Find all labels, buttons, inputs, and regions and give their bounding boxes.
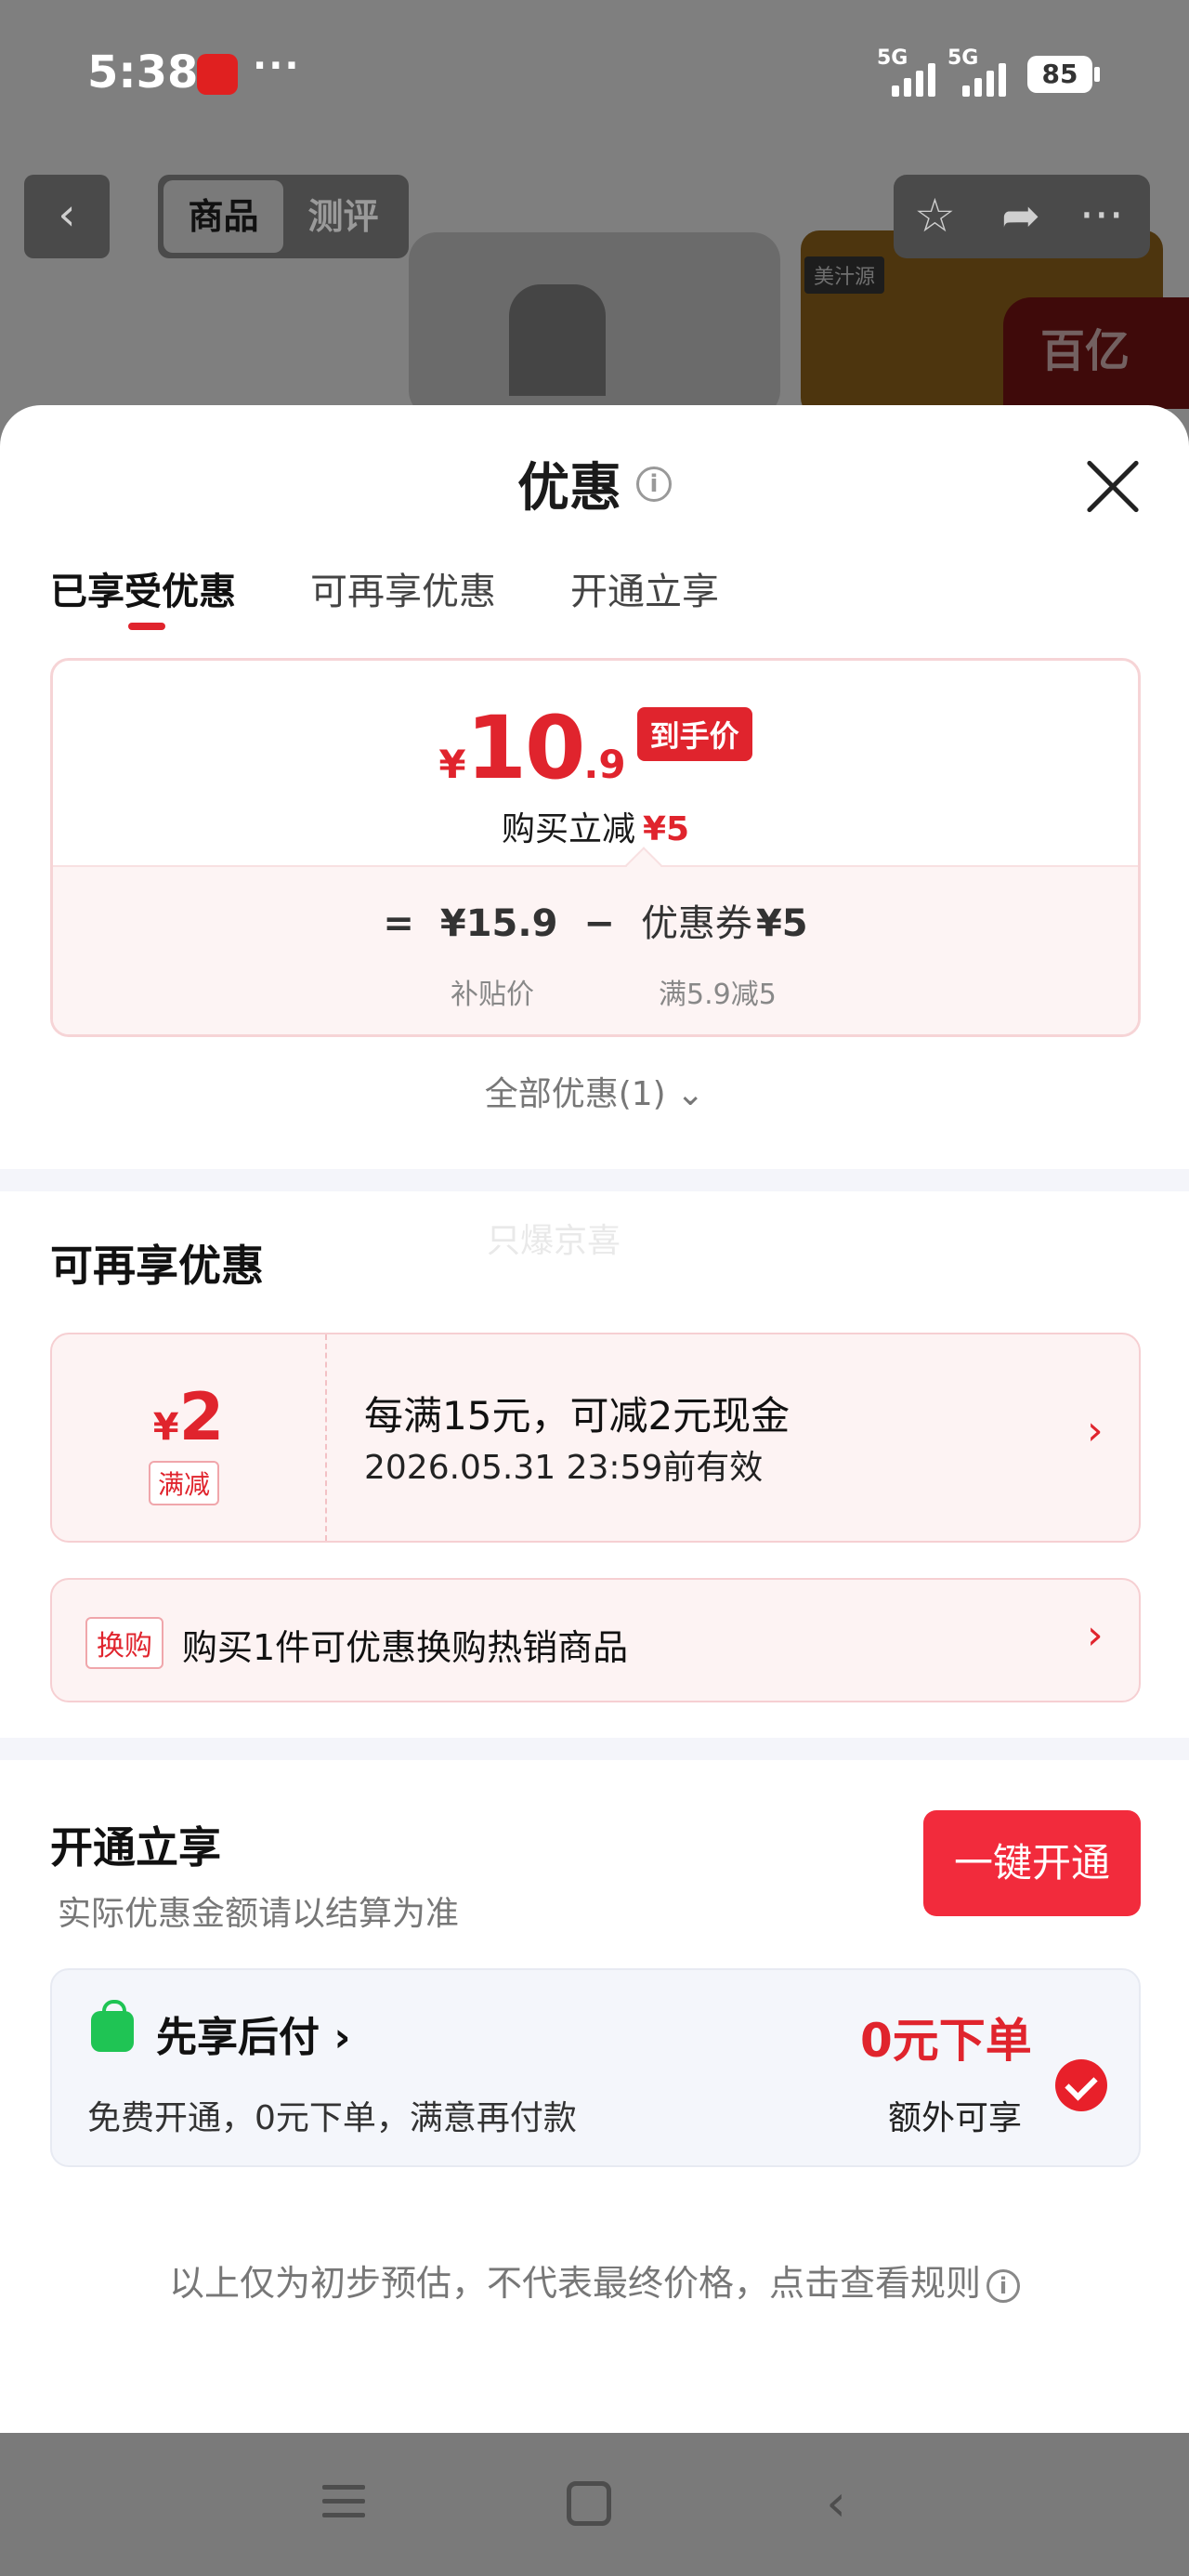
exchange-text: 购买1件可优惠换购热销商品: [182, 1627, 629, 1668]
system-nav-bar: ‹: [0, 2433, 1189, 2576]
open-section-subtitle: 实际优惠金额请以结算为准: [58, 1895, 460, 1933]
product-tabs: 商品 测评: [158, 175, 409, 258]
pay-later-card[interactable]: 先享后付 › 免费开通，0元下单，满意再付款 0元下单 额外可享: [50, 1968, 1141, 2167]
signal-icon-2: 5G: [947, 46, 1006, 97]
discount-sheet: 优惠 i 已享受优惠 可再享优惠 开通立享 ¥10.9到手价 购买立减 ¥5 = ¥1…: [0, 405, 1189, 2433]
info-icon[interactable]: i: [986, 2268, 1020, 2303]
coupon-description: 每满15元，可减2元现金: [364, 1393, 790, 1439]
watermark: 只爆京喜: [487, 1222, 621, 1260]
coupon-validity: 2026.05.31 23:59前有效: [364, 1449, 764, 1487]
header-actions: ☆ ➦ ···: [894, 175, 1150, 258]
recent-apps-icon[interactable]: [316, 2476, 372, 2531]
final-price-tag: 到手价: [636, 707, 752, 761]
pay-later-extra: 额外可享: [888, 2099, 1023, 2137]
price-card: ¥10.9到手价 购买立减 ¥5 = ¥15.9− 优惠券 ¥5 补贴价 满5.9减5: [50, 658, 1141, 1037]
final-price-area: ¥10.9到手价 购买立减 ¥5: [53, 661, 1138, 865]
tab-more-offers[interactable]: 可再享优惠: [310, 561, 496, 615]
app-notification-icon: [197, 54, 238, 95]
final-price: ¥10.9到手价: [53, 698, 1138, 799]
coupon-card[interactable]: ¥2 满减 每满15元，可减2元现金 2026.05.31 23:59前有效 ›: [50, 1333, 1141, 1543]
status-bar: 5:38 ··· 5G 5G 85: [0, 0, 1189, 149]
coupon-value-area: ¥2 满减: [52, 1334, 327, 1541]
close-icon[interactable]: [1078, 452, 1148, 522]
coupon-rule-label: 满5.9减5: [659, 979, 777, 1011]
all-offers-toggle[interactable]: 全部优惠(1) ⌄: [0, 1067, 1189, 1115]
info-icon[interactable]: i: [636, 466, 672, 502]
one-click-open-button[interactable]: 一键开通: [923, 1810, 1141, 1916]
chevron-down-icon: ⌄: [676, 1075, 705, 1113]
pay-later-title[interactable]: 先享后付 ›: [156, 2004, 350, 2063]
exchange-offer[interactable]: 换购 购买1件可优惠换购热销商品 ›: [50, 1578, 1141, 1702]
price-breakdown: = ¥15.9− 优惠券 ¥5 补贴价 满5.9减5: [53, 847, 1138, 1034]
section-divider: [0, 1738, 1189, 1760]
chevron-right-icon[interactable]: ›: [1087, 1611, 1104, 1659]
exchange-tag: 换购: [85, 1617, 163, 1669]
share-icon[interactable]: ➦: [1001, 190, 1040, 242]
base-price-label: 补贴价: [451, 979, 534, 1011]
sheet-header: 优惠 i: [0, 446, 1189, 521]
coupon-value: ¥2: [152, 1379, 225, 1455]
tab-product[interactable]: 商品: [163, 180, 283, 253]
section-divider: [0, 1169, 1189, 1191]
status-time: 5:38: [87, 46, 199, 99]
signal-icon: 5G: [877, 46, 935, 97]
discount-tabs: 已享受优惠 可再享优惠 开通立享: [50, 561, 719, 630]
battery-indicator: 85: [1027, 56, 1092, 93]
nav-back-icon[interactable]: ‹: [808, 2476, 864, 2531]
price-disclaimer[interactable]: 以上仅为初步预估，不代表最终价格，点击查看规则 i: [0, 2254, 1189, 2306]
more-icon[interactable]: ···: [1079, 190, 1124, 242]
tab-review[interactable]: 测评: [283, 180, 403, 253]
coupon-type-badge: 满减: [149, 1461, 220, 1505]
battery-tip: [1094, 67, 1100, 82]
favorite-star-icon[interactable]: ☆: [914, 190, 956, 242]
instant-reduction: 购买立减 ¥5: [501, 810, 690, 848]
check-icon[interactable]: [1055, 2059, 1107, 2111]
chevron-right-icon[interactable]: ›: [1087, 1407, 1104, 1454]
tab-enjoyed[interactable]: 已享受优惠: [50, 561, 236, 630]
back-icon[interactable]: ‹: [24, 175, 110, 258]
home-icon[interactable]: [561, 2476, 617, 2531]
shopping-bag-icon: [91, 2000, 134, 2052]
pay-later-description: 免费开通，0元下单，满意再付款: [87, 2099, 577, 2137]
sheet-title: 优惠: [517, 458, 621, 519]
tab-open-to-enjoy[interactable]: 开通立享: [570, 561, 719, 615]
more-notifications-icon: ···: [253, 45, 301, 87]
price-formula: = ¥15.9− 优惠券 ¥5: [383, 902, 808, 945]
more-offers-title: 可再享优惠: [50, 1241, 264, 1291]
pay-later-highlight: 0元下单: [860, 2014, 1032, 2068]
open-section-title: 开通立享: [50, 1822, 221, 1873]
